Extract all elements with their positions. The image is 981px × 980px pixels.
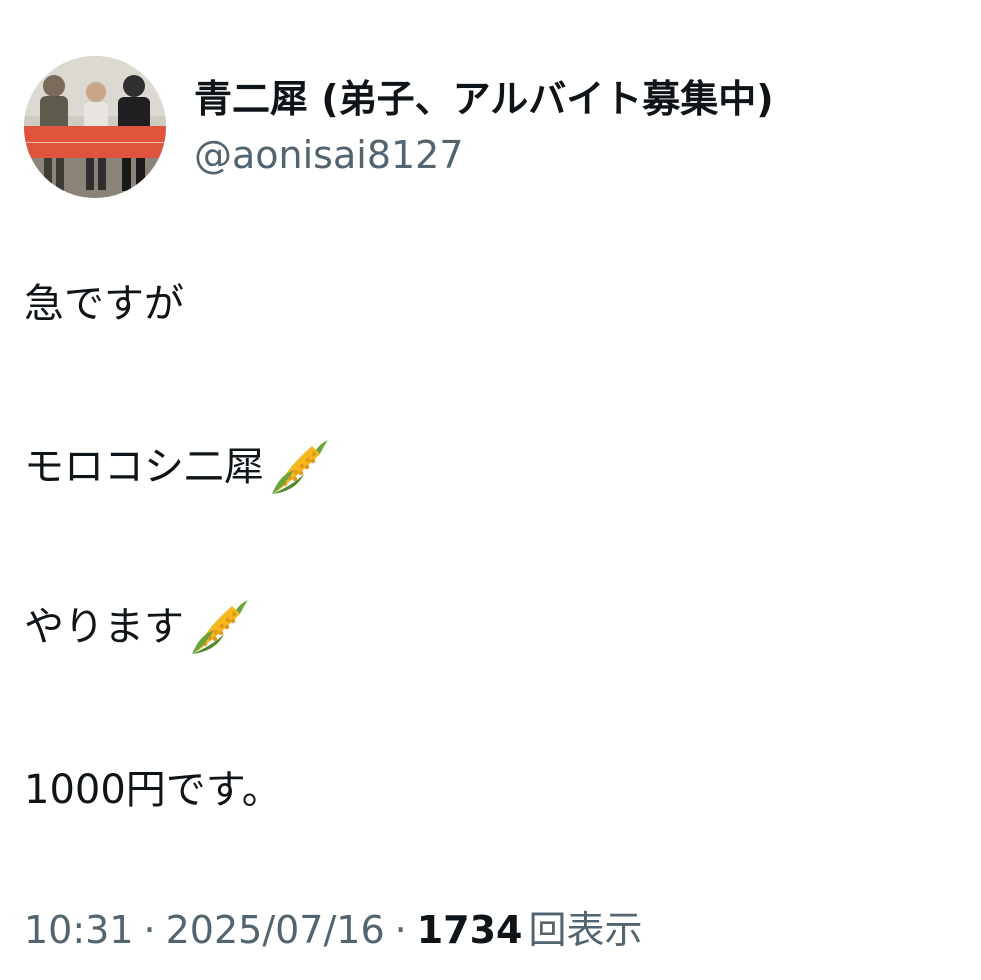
display-name[interactable]: 青二犀 (弟子、アルバイト募集中) — [194, 75, 774, 123]
avatar-photo — [24, 56, 166, 198]
author-names: 青二犀 (弟子、アルバイト募集中) @aonisai8127 — [194, 56, 774, 198]
tweet-line-1: 急ですが — [24, 276, 184, 332]
meta-separator: · — [143, 908, 156, 952]
views-label[interactable]: 回表示 — [529, 908, 643, 952]
tweet-text: やります — [24, 604, 184, 650]
corn-icon — [268, 436, 330, 498]
views-count[interactable]: 1734 — [417, 908, 523, 952]
tweet-card: 青二犀 (弟子、アルバイト募集中) @aonisai8127 急ですが モロコシ… — [0, 0, 981, 980]
tweet-line-3: やります — [24, 596, 250, 658]
tweet-text: モロコシ二犀 — [24, 444, 264, 490]
avatar[interactable] — [24, 56, 166, 198]
meta-separator: · — [394, 908, 407, 952]
tweet-text: 1000円です。 — [24, 767, 282, 813]
tweet-date[interactable]: 2025/07/16 — [166, 908, 385, 952]
tweet-line-2: モロコシ二犀 — [24, 436, 330, 498]
tweet-time[interactable]: 10:31 — [24, 908, 134, 952]
tweet-meta: 10:31 · 2025/07/16 · 1734 回表示 — [24, 902, 643, 958]
tweet-line-4: 1000円です。 — [24, 762, 282, 818]
tweet-header: 青二犀 (弟子、アルバイト募集中) @aonisai8127 — [24, 56, 774, 198]
tweet-text: 急ですが — [24, 281, 184, 327]
corn-icon — [188, 596, 250, 658]
user-handle[interactable]: @aonisai8127 — [194, 131, 774, 179]
